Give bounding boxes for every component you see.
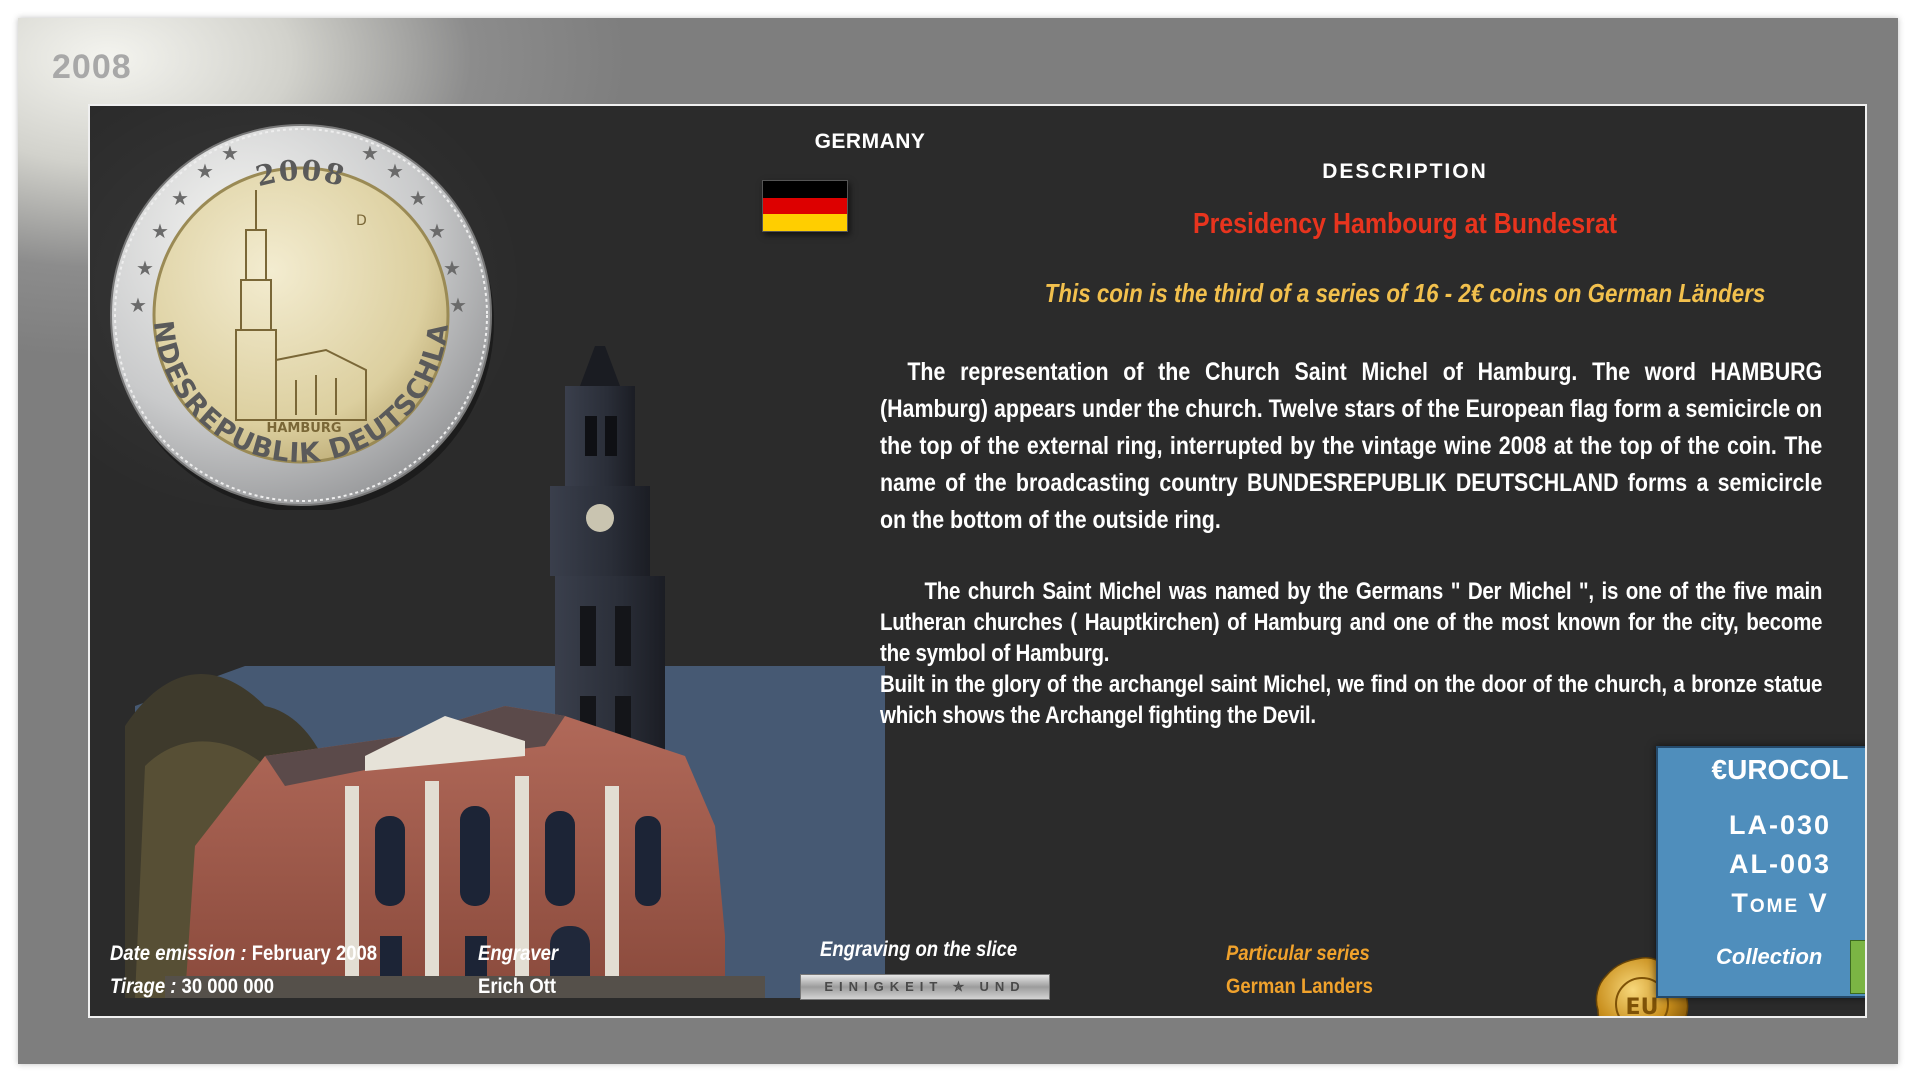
- svg-text:★: ★: [129, 293, 147, 317]
- slice-label: Engraving on the slice: [820, 938, 1018, 961]
- svg-text:★: ★: [151, 219, 169, 243]
- svg-text:★: ★: [171, 186, 189, 210]
- page-frame: 2008 2008 NDESREPUBLIK DEUTSCHLA ★ ★ ★ ★…: [18, 18, 1898, 1064]
- eurocol-ref-3: Tome V: [1731, 888, 1829, 918]
- engraver-value: Erich Ott: [478, 975, 557, 998]
- eurocol-ref-2: AL-003: [1728, 849, 1832, 879]
- tirage-label: Tirage :: [110, 975, 177, 998]
- svg-text:★: ★: [386, 159, 404, 183]
- year-label: 2008: [52, 48, 132, 86]
- series-value: German Landers: [1226, 975, 1373, 998]
- svg-text:★: ★: [449, 293, 467, 317]
- svg-text:★: ★: [409, 186, 427, 210]
- date-value: February 2008: [251, 942, 378, 965]
- engraver-label: Engraver: [478, 942, 559, 965]
- seal-text: EU: [1626, 995, 1659, 1018]
- coin-card: 2008 BUNDESREPUBLIK DEUTSCHLAND ★★★ ★★★ …: [88, 104, 1867, 1018]
- svg-text:★: ★: [361, 141, 379, 165]
- tirage-value: 30 000 000: [181, 975, 275, 998]
- description-heading: DESCRIPTION: [1322, 160, 1488, 183]
- collection-checkbox[interactable]: [1850, 940, 1865, 994]
- collection-label: Collection: [1716, 944, 1823, 969]
- eurocol-box: €UROCOL LA-030 AL-003 Tome V Collection: [1656, 746, 1865, 998]
- series-label: Particular series: [1226, 942, 1370, 965]
- svg-text:★: ★: [196, 159, 214, 183]
- eurocol-ref-1: LA-030: [1728, 810, 1832, 840]
- eurocol-title: €UROCOL: [1711, 754, 1849, 785]
- svg-text:★: ★: [221, 141, 239, 165]
- tirage: Tirage : 30 000 000: [110, 975, 274, 999]
- slice-engraving: EINIGKEIT ✯ UND: [800, 974, 1050, 1000]
- svg-text:★: ★: [443, 256, 461, 280]
- coin-image: 2008 BUNDESREPUBLIK DEUTSCHLAND ★★★ ★★★ …: [106, 120, 494, 510]
- description-paragraph-3: Built in the glory of the archangel sain…: [880, 671, 1823, 729]
- coin-city: HAMBURG: [266, 421, 341, 436]
- date-label: Date emission :: [110, 942, 247, 965]
- description-paragraph-1: The representation of the Church Saint M…: [880, 358, 1823, 534]
- coin-mint-mark: D: [356, 213, 367, 229]
- description-title: Presidency Hambourg at Bundesrat: [1192, 208, 1618, 240]
- description-paragraph-2: The church Saint Michel was named by the…: [880, 578, 1823, 667]
- country-name: GERMANY: [814, 130, 926, 153]
- description-subtitle: This coin is the third of a series of 16…: [1044, 278, 1766, 308]
- svg-text:★: ★: [136, 256, 154, 280]
- germany-flag-icon: [762, 180, 848, 232]
- svg-text:★: ★: [428, 219, 446, 243]
- date-emission: Date emission : February 2008: [110, 942, 377, 966]
